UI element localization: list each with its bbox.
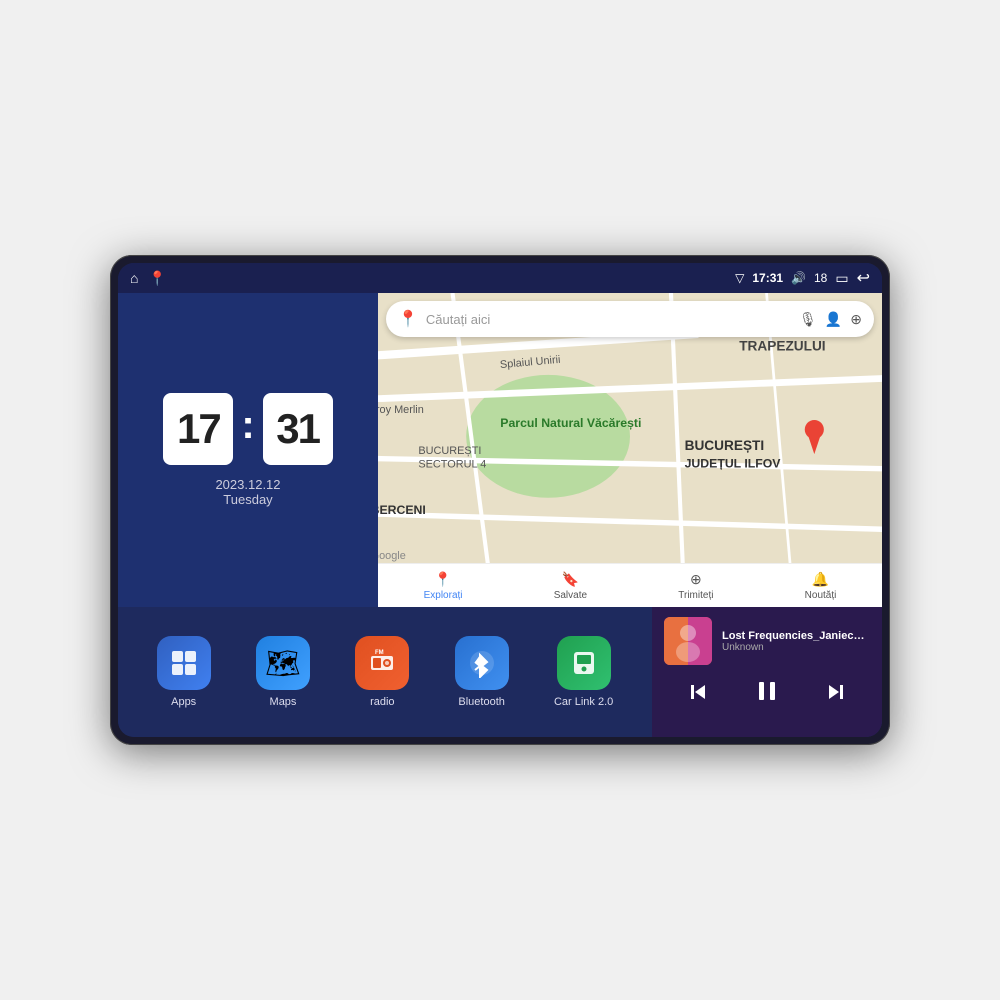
app-item-carlink[interactable]: Car Link 2.0 (554, 636, 613, 708)
music-title: Lost Frequencies_Janieck Devy-... (722, 630, 870, 642)
signal-icon: ▽ (735, 271, 744, 285)
salvate-icon: 🔖 (562, 571, 579, 588)
app-item-radio[interactable]: FM radio (355, 636, 409, 708)
clock-minutes: 31 (263, 393, 333, 465)
svg-text:JUDEȚUL ILFOV: JUDEȚUL ILFOV (685, 457, 782, 471)
map-nav-noutati[interactable]: 🔔 Noutăți (805, 571, 837, 601)
map-search-bar[interactable]: 📍 Căutați aici 🎙 👤 ⊕ (386, 301, 874, 337)
music-info-row: Lost Frequencies_Janieck Devy-... Unknow… (664, 617, 870, 665)
noutati-label: Noutăți (805, 590, 837, 601)
trimiteti-icon: ⊕ (690, 571, 702, 588)
battery-icon: ▭ (835, 270, 848, 287)
status-left: ⌂ 📍 (130, 270, 166, 287)
home-icon[interactable]: ⌂ (130, 270, 138, 286)
app-item-bluetooth[interactable]: Bluetooth (455, 636, 509, 708)
maps-icon: 🗺 (256, 636, 310, 690)
map-bottom-bar: 📍 Explorați 🔖 Salvate ⊕ Trimiteți 🔔 (378, 563, 882, 607)
trimiteti-label: Trimiteți (678, 590, 713, 601)
clock-hours: 17 (163, 393, 233, 465)
apps-icon (157, 636, 211, 690)
svg-text:BERCENI: BERCENI (378, 503, 426, 517)
svg-text:Parcul Natural Văcărești: Parcul Natural Văcărești (500, 416, 641, 430)
prev-button[interactable] (678, 676, 718, 714)
svg-text:TRAPEZULUI: TRAPEZULUI (739, 338, 825, 353)
music-controls (664, 673, 870, 716)
map-background: TRAPEZULUI Parcul Natural Văcărești Lero… (378, 293, 882, 607)
svg-text:Google: Google (378, 550, 406, 562)
map-search-icons: 🎙 👤 ⊕ (799, 311, 862, 328)
layers-icon[interactable]: ⊕ (850, 311, 862, 328)
noutati-icon: 🔔 (812, 571, 829, 588)
music-artist: Unknown (722, 642, 870, 653)
maps-label: Maps (270, 696, 297, 708)
svg-text:SECTORUL 4: SECTORUL 4 (418, 459, 486, 471)
map-nav-explorati[interactable]: 📍 Explorați (424, 571, 463, 601)
clock-display: 17 : 31 (163, 393, 332, 465)
map-panel[interactable]: TRAPEZULUI Parcul Natural Văcărești Lero… (378, 293, 882, 607)
device-frame: ⌂ 📍 ▽ 17:31 🔊 18 ▭ ↩ 17 : (110, 255, 890, 745)
map-svg: TRAPEZULUI Parcul Natural Văcărești Lero… (378, 293, 882, 607)
music-meta: Lost Frequencies_Janieck Devy-... Unknow… (722, 630, 870, 653)
carlink-label: Car Link 2.0 (554, 696, 613, 708)
map-nav-salvate[interactable]: 🔖 Salvate (554, 571, 587, 601)
main-content: 17 : 31 2023.12.12 Tuesday (118, 293, 882, 737)
svg-text:Leroy Merlin: Leroy Merlin (378, 404, 424, 416)
bluetooth-label: Bluetooth (458, 696, 504, 708)
battery-level: 18 (814, 271, 827, 285)
radio-icon: FM (355, 636, 409, 690)
apps-strip: Apps 🗺 Maps (118, 607, 652, 737)
app-item-maps[interactable]: 🗺 Maps (256, 636, 310, 708)
app-item-apps[interactable]: Apps (157, 636, 211, 708)
svg-text:BUCUREȘTI: BUCUREȘTI (418, 445, 481, 457)
clock-date-block: 2023.12.12 Tuesday (215, 477, 280, 507)
bluetooth-icon (455, 636, 509, 690)
carlink-icon (557, 636, 611, 690)
volume-icon: 🔊 (791, 271, 806, 285)
clock-date: 2023.12.12 (215, 477, 280, 492)
next-button[interactable] (816, 676, 856, 714)
clock-colon: : (241, 403, 254, 448)
svg-text:BUCUREȘTI: BUCUREȘTI (685, 438, 765, 453)
map-search-text[interactable]: Căutați aici (426, 312, 791, 327)
play-pause-button[interactable] (745, 673, 789, 716)
clock-panel: 17 : 31 2023.12.12 Tuesday (118, 293, 378, 607)
voice-search-icon[interactable]: 🎙 (799, 311, 817, 328)
explorati-icon: 📍 (434, 571, 451, 588)
album-art (664, 617, 712, 665)
maps-status-icon[interactable]: 📍 (148, 270, 165, 287)
apps-label: Apps (171, 696, 196, 708)
top-section: 17 : 31 2023.12.12 Tuesday (118, 293, 882, 607)
status-time: 17:31 (752, 271, 783, 285)
bottom-section: Apps 🗺 Maps (118, 607, 882, 737)
salvate-label: Salvate (554, 590, 587, 601)
map-nav-trimiteti[interactable]: ⊕ Trimiteți (678, 571, 713, 601)
music-player: Lost Frequencies_Janieck Devy-... Unknow… (652, 607, 882, 737)
screen: ⌂ 📍 ▽ 17:31 🔊 18 ▭ ↩ 17 : (118, 263, 882, 737)
explorati-label: Explorați (424, 590, 463, 601)
svg-text:FM: FM (375, 650, 384, 656)
status-bar: ⌂ 📍 ▽ 17:31 🔊 18 ▭ ↩ (118, 263, 882, 293)
map-pin-icon: 📍 (398, 309, 418, 329)
back-icon[interactable]: ↩ (857, 268, 870, 288)
status-right: ▽ 17:31 🔊 18 ▭ ↩ (735, 268, 870, 288)
clock-day: Tuesday (215, 492, 280, 507)
account-icon[interactable]: 👤 (825, 311, 842, 328)
radio-label: radio (370, 696, 394, 708)
